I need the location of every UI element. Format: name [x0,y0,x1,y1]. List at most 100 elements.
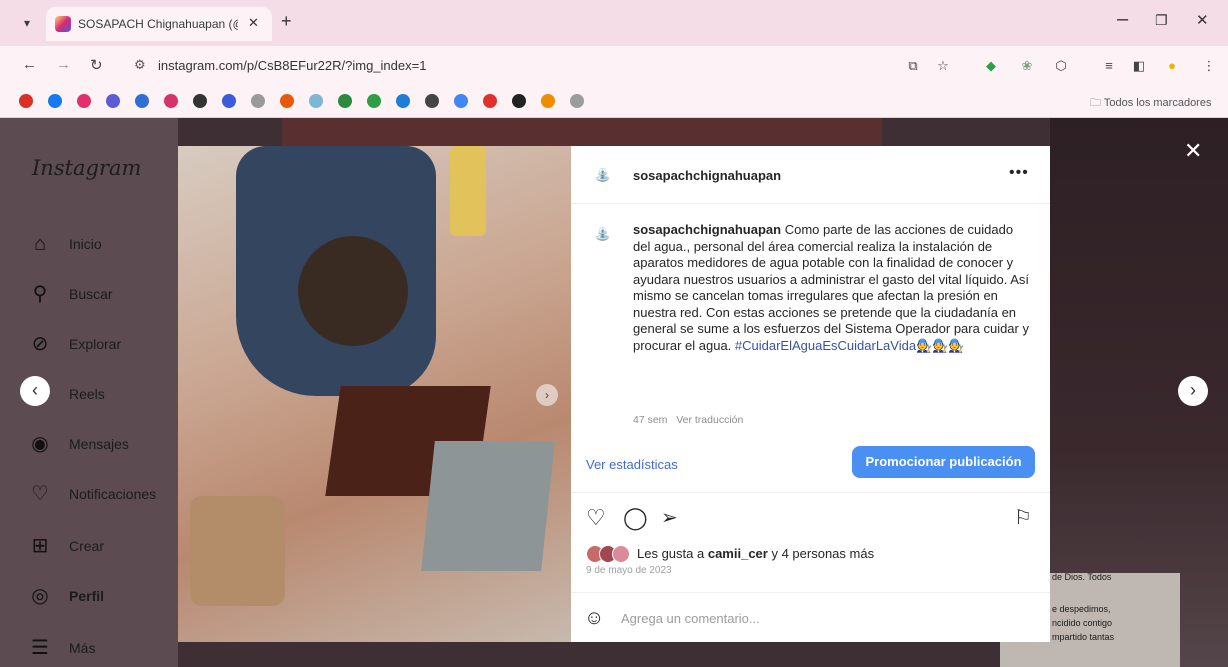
search-icon: ⚲ [32,283,48,305]
new-tab-plus-icon[interactable]: + [281,11,292,32]
window-minimize-icon[interactable]: – [1117,8,1128,31]
share-send-icon[interactable]: ➢ [661,505,678,530]
back-arrow-icon[interactable]: ← [22,56,37,73]
bookmark-favicon-icon[interactable] [309,94,323,108]
comment-bubble-icon[interactable]: ◯ [623,505,648,531]
compass-icon: ⊘ [31,333,49,355]
view-insights-link[interactable]: Ver estadísticas [586,457,678,472]
profile-avatar-icon[interactable]: ● [1163,58,1181,74]
bookmark-favicon-icon[interactable] [19,94,33,108]
address-bar[interactable]: ⚙ instagram.com/p/CsB8EFur22R/?img_index… [118,52,898,80]
next-post-chevron-icon[interactable]: › [1178,376,1208,406]
see-translation-link[interactable]: Ver traducción [676,414,743,426]
bookmark-favicon-icon[interactable] [483,94,497,108]
caption-hashtag[interactable]: #CuidarElAguaEsCuidarLaVida [735,338,916,353]
bookmark-favicon-icon[interactable] [222,94,236,108]
caption-emojis: 🧑‍🔧🧑‍🔧🧑‍🔧 [916,337,965,353]
post-age: 47 sem [633,414,668,426]
bookmark-favicon-icon[interactable] [106,94,120,108]
photo-worker-head [298,236,408,346]
post-photo[interactable]: › [178,146,571,642]
extension-badge-icon[interactable]: ◆ [982,58,1000,74]
bookmark-favicon-icon[interactable] [541,94,555,108]
browser-menu-icon[interactable]: ⋮ [1200,58,1218,74]
caption-text: Como parte de las acciones de cuidado de… [633,222,1029,353]
bookmark-favicon-icon[interactable] [77,94,91,108]
all-bookmarks-button[interactable]: 🗀 Todos los marcadores [1090,94,1211,113]
sidebar-item-perfil[interactable]: ◎ Perfil [28,582,178,612]
bookmark-favicon-icon[interactable] [396,94,410,108]
tab-search-chevron-icon[interactable]: ▾ [16,12,38,34]
close-modal-icon[interactable]: ✕ [1184,138,1202,164]
bookmark-favicon-icon[interactable] [164,94,178,108]
sidebar-item-label: Perfil [69,588,105,604]
bookmark-favicon-icon[interactable] [193,94,207,108]
sidebar-item-notificaciones[interactable]: ♡ Notificaciones [28,480,178,510]
bookmark-favicon-icon[interactable] [338,94,352,108]
bookmark-favicon-icon[interactable] [367,94,381,108]
reading-list-icon[interactable]: ≡ [1100,58,1118,74]
side-panel-icon[interactable]: ◧ [1130,58,1148,74]
bookmark-favicon-icon[interactable] [280,94,294,108]
caption-meta: 47 sem Ver traducción [633,414,743,426]
promote-post-button[interactable]: Promocionar publicación [852,446,1035,478]
sidebar-item-label: Crear [69,538,105,554]
like-heart-icon[interactable]: ♡ [586,505,606,531]
tab-close-icon[interactable]: ✕ [248,15,259,31]
bookmark-star-icon[interactable]: ☆ [934,58,952,74]
caption-username[interactable]: sosapachchignahuapan [633,222,781,237]
comment-input[interactable] [621,607,951,629]
site-info-icon[interactable]: ⚙ [134,57,146,73]
sidebar-item-label: Mensajes [69,436,129,452]
url-text[interactable]: instagram.com/p/CsB8EFur22R/?img_index=1 [158,58,426,73]
author-avatar[interactable]: ⛲ [589,161,617,189]
window-close-icon[interactable]: ✕ [1196,11,1209,29]
messenger-icon: ◉ [31,433,49,455]
extension-leaf-icon[interactable]: ❀ [1018,58,1036,74]
bookmark-favicon-icon[interactable] [48,94,62,108]
comment-composer: ☺ [571,592,1050,642]
sidebar-item-mensajes[interactable]: ◉ Mensajes [28,430,178,460]
post-actions: ♡ ◯ ➢ ⚐ Les gusta a camii_cer y 4 person… [571,492,1050,592]
bookmark-favicon-icon[interactable] [454,94,468,108]
menu-icon: ☰ [31,637,49,659]
bookmark-favicon-icon[interactable] [425,94,439,108]
sidebar-item-buscar[interactable]: ⚲ Buscar [28,280,178,310]
post-details-panel: ⛲ sosapachchignahuapan ••• ⛲ sosapachchi… [571,146,1050,642]
sidebar-item-explorar[interactable]: ⊘ Explorar [28,330,178,360]
save-bookmark-icon[interactable]: ⚐ [1014,505,1032,530]
previous-post-chevron-icon[interactable]: ‹ [20,376,50,406]
more-options-icon[interactable]: ••• [1009,164,1029,182]
bookmark-favicon-icon[interactable] [512,94,526,108]
post-date: 9 de mayo de 2023 [586,565,672,576]
browser-tab-active[interactable]: SOSAPACH Chignahuapan (@ ✕ [46,7,272,41]
extensions-puzzle-icon[interactable]: ⬡ [1052,58,1070,74]
sidebar-item-label: Explorar [69,336,122,352]
photo-stone [190,496,285,606]
window-restore-icon[interactable]: ❐ [1155,12,1168,29]
sidebar-item-mas[interactable]: ☰ Más [28,634,178,664]
bookmarks-bar: 🗀 Todos los marcadores [0,86,1228,118]
likes-user[interactable]: camii_cer [708,546,768,561]
bookmark-favicon-icon[interactable] [135,94,149,108]
liker-avatars[interactable] [586,545,631,565]
author-username[interactable]: sosapachchignahuapan [633,168,781,183]
sidebar-item-crear[interactable]: ⊞ Crear [28,532,178,562]
likes-suffix: y 4 personas más [771,546,875,561]
photo-meter-box [421,441,555,571]
sidebar-item-label: Inicio [69,236,102,252]
instagram-page: Instagram ⌂ Inicio ⚲ Buscar ⊘ Explorar ▶… [0,118,1228,667]
sidebar-item-reels[interactable]: ▶ Reels [28,380,178,410]
likes-summary[interactable]: Les gusta a camii_cer y 4 personas más [637,546,874,561]
sidebar-item-inicio[interactable]: ⌂ Inicio [28,230,178,260]
bookmark-favicon-icon[interactable] [251,94,265,108]
bookmark-favicon-icon[interactable] [570,94,584,108]
carousel-next-icon[interactable]: › [536,384,558,406]
instagram-logo[interactable]: Instagram [32,156,141,180]
forward-arrow-icon[interactable]: → [56,56,71,73]
cast-icon[interactable]: ⧉ [904,58,922,74]
all-bookmarks-label: Todos los marcadores [1103,97,1212,109]
reload-icon[interactable]: ↻ [90,56,103,74]
caption-avatar[interactable]: ⛲ [589,220,617,248]
emoji-smiley-icon[interactable]: ☺ [584,607,604,630]
